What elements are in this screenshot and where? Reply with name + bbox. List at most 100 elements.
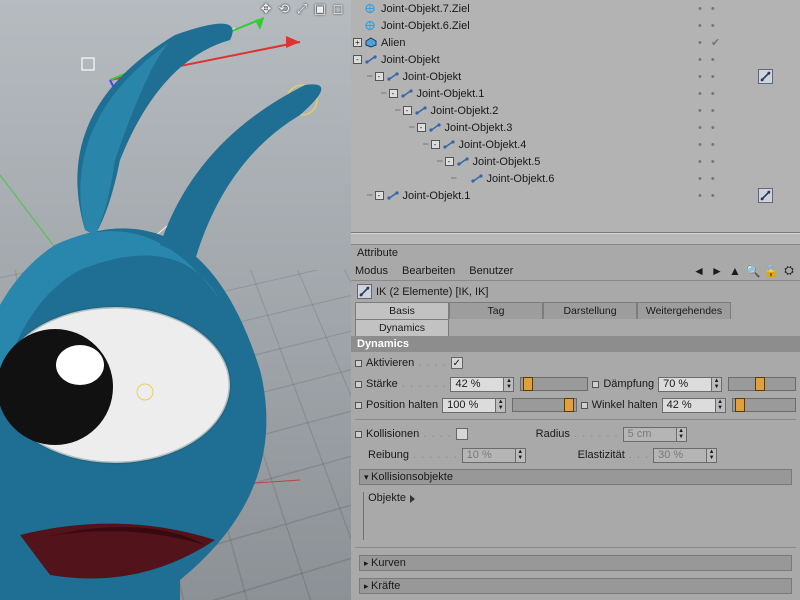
visibility-dots[interactable]: • •: [698, 139, 758, 151]
visibility-dots[interactable]: • •: [698, 71, 758, 83]
menu-user[interactable]: Benutzer: [469, 265, 513, 277]
hierarchy-row[interactable]: ⎯-Joint-Objekt.3• •: [351, 119, 800, 136]
tab-basis[interactable]: Basis: [355, 302, 449, 319]
visibility-dots[interactable]: • •: [698, 173, 758, 185]
group-forces[interactable]: Kräfte: [359, 578, 792, 594]
ik-tag-icon[interactable]: [758, 69, 773, 84]
expand-toggle[interactable]: -: [445, 157, 454, 166]
visibility-dots[interactable]: • •: [698, 54, 758, 66]
visibility-dots[interactable]: • •: [698, 3, 758, 15]
field-poshold[interactable]: 100 %▲▼: [442, 398, 506, 413]
visibility-dots[interactable]: • •: [698, 122, 758, 134]
label-damping: Dämpfung: [603, 378, 654, 390]
object-label[interactable]: Joint-Objekt.6: [487, 173, 555, 185]
visibility-dots[interactable]: • •: [698, 156, 758, 168]
keyframe-dot[interactable]: [581, 402, 588, 409]
visibility-dots[interactable]: • •: [698, 88, 758, 100]
nav-fwd-icon[interactable]: ►: [710, 264, 724, 278]
tab-display[interactable]: Darstellung: [543, 302, 637, 319]
slider-damping[interactable]: [728, 377, 796, 391]
hierarchy-row[interactable]: ⎯Joint-Objekt.6• •: [351, 170, 800, 187]
dropdown-arrow-icon[interactable]: [410, 495, 415, 503]
nav-up-icon[interactable]: ▲: [728, 264, 742, 278]
object-label[interactable]: Joint-Objekt.7.Ziel: [381, 3, 470, 15]
hierarchy-row[interactable]: + Alien • ✔: [351, 34, 800, 51]
hierarchy-row[interactable]: ⎯-Joint-Objekt• •: [351, 68, 800, 85]
object-label[interactable]: Joint-Objekt.6.Ziel: [381, 20, 470, 32]
keyframe-dot[interactable]: [355, 431, 362, 438]
visibility-dots[interactable]: • •: [698, 105, 758, 117]
group-collision-objects[interactable]: Kollisionsobjekte: [359, 469, 792, 485]
object-label[interactable]: Joint-Objekt: [381, 54, 440, 66]
search-icon[interactable]: 🔍: [746, 264, 760, 278]
tab-advanced[interactable]: Weitergehendes: [637, 302, 731, 319]
tab-tag[interactable]: Tag: [449, 302, 543, 319]
hierarchy-row[interactable]: ⎯-Joint-Objekt.1• •: [351, 85, 800, 102]
object-label[interactable]: Joint-Objekt.4: [459, 139, 527, 151]
expand-toggle[interactable]: -: [375, 72, 384, 81]
checkbox-collisions[interactable]: [456, 428, 468, 440]
expand-toggle[interactable]: -: [375, 191, 384, 200]
expand-toggle[interactable]: +: [353, 38, 362, 47]
keyframe-dot[interactable]: [355, 381, 362, 388]
object-label[interactable]: Joint-Objekt: [403, 71, 462, 83]
visibility-dots[interactable]: • •: [698, 190, 758, 202]
attribute-heading-label: IK (2 Elemente) [IK, IK]: [376, 286, 489, 298]
label-collisions: Kollisionen . . . .: [366, 428, 452, 440]
hierarchy-row[interactable]: ⎯-Joint-Objekt.1• •: [351, 187, 800, 204]
hierarchy-row[interactable]: ⎯-Joint-Objekt.2• •: [351, 102, 800, 119]
hierarchy-row[interactable]: - Joint-Objekt • •: [351, 51, 800, 68]
label-elasticity: Elastizität . . .: [578, 449, 649, 461]
expand-toggle[interactable]: -: [431, 140, 440, 149]
keyframe-dot[interactable]: [355, 402, 362, 409]
keyframe-dot[interactable]: [355, 360, 362, 367]
tag-slot[interactable]: [758, 188, 800, 203]
expand-toggle[interactable]: -: [389, 89, 398, 98]
tag-slot[interactable]: [758, 69, 800, 84]
label-anglehold: Winkel halten: [592, 399, 658, 411]
slider-anglehold[interactable]: [732, 398, 796, 412]
object-manager[interactable]: Joint-Objekt.7.Ziel• •Joint-Objekt.6.Zie…: [351, 0, 800, 233]
visibility-dots[interactable]: • •: [698, 20, 758, 32]
object-label[interactable]: Joint-Objekt.5: [473, 156, 541, 168]
field-strength[interactable]: 42 %▲▼: [450, 377, 514, 392]
character-head: [0, 24, 321, 600]
group-curves[interactable]: Kurven: [359, 555, 792, 571]
tab-dynamics[interactable]: Dynamics: [355, 319, 449, 336]
menu-mode[interactable]: Modus: [355, 265, 388, 277]
object-label[interactable]: Joint-Objekt.2: [431, 105, 499, 117]
ik-tag-icon[interactable]: [758, 188, 773, 203]
checkbox-activate[interactable]: ✓: [451, 357, 463, 369]
visibility-dots[interactable]: • ✔: [698, 36, 758, 49]
field-damping[interactable]: 70 %▲▼: [658, 377, 722, 392]
expand-toggle[interactable]: -: [353, 55, 362, 64]
object-label[interactable]: Joint-Objekt.1: [417, 88, 485, 100]
keyframe-dot[interactable]: [592, 381, 599, 388]
lock-icon[interactable]: 🔒: [764, 264, 778, 278]
label-poshold: Position halten: [366, 399, 438, 411]
object-label[interactable]: Alien: [381, 37, 405, 49]
hierarchy-row[interactable]: ⎯-Joint-Objekt.4• •: [351, 136, 800, 153]
field-anglehold[interactable]: 42 %▲▼: [662, 398, 726, 413]
joint-icon: [414, 105, 428, 116]
object-label[interactable]: Joint-Objekt.1: [403, 190, 471, 202]
gear-icon[interactable]: ⛭: [782, 264, 796, 278]
attribute-manager: Attribute Modus Bearbeiten Benutzer ◄ ► …: [351, 233, 800, 600]
panel-drag-handle[interactable]: [351, 233, 800, 245]
hierarchy-row[interactable]: Joint-Objekt.6.Ziel • •: [351, 17, 800, 34]
hierarchy-row[interactable]: ⎯-Joint-Objekt.5• •: [351, 153, 800, 170]
field-friction: 10 %▲▼: [462, 448, 526, 463]
section-dynamics: Dynamics: [351, 336, 800, 352]
attribute-tabs-row1: Basis Tag Darstellung Weitergehendes: [351, 302, 800, 319]
ik-tag-icon: [357, 284, 372, 299]
slider-strength[interactable]: [520, 377, 588, 391]
expand-toggle[interactable]: -: [417, 123, 426, 132]
expand-toggle[interactable]: -: [403, 106, 412, 115]
hierarchy-row[interactable]: Joint-Objekt.7.Ziel • •: [351, 0, 800, 17]
nav-back-icon[interactable]: ◄: [692, 264, 706, 278]
menu-edit[interactable]: Bearbeiten: [402, 265, 455, 277]
viewport-3d[interactable]: ✥ ⟲ ⤢ ▣ ◻: [0, 0, 351, 600]
slider-poshold[interactable]: [512, 398, 576, 412]
object-label[interactable]: Joint-Objekt.3: [445, 122, 513, 134]
collision-objects-dropzone[interactable]: Objekte: [363, 492, 788, 540]
